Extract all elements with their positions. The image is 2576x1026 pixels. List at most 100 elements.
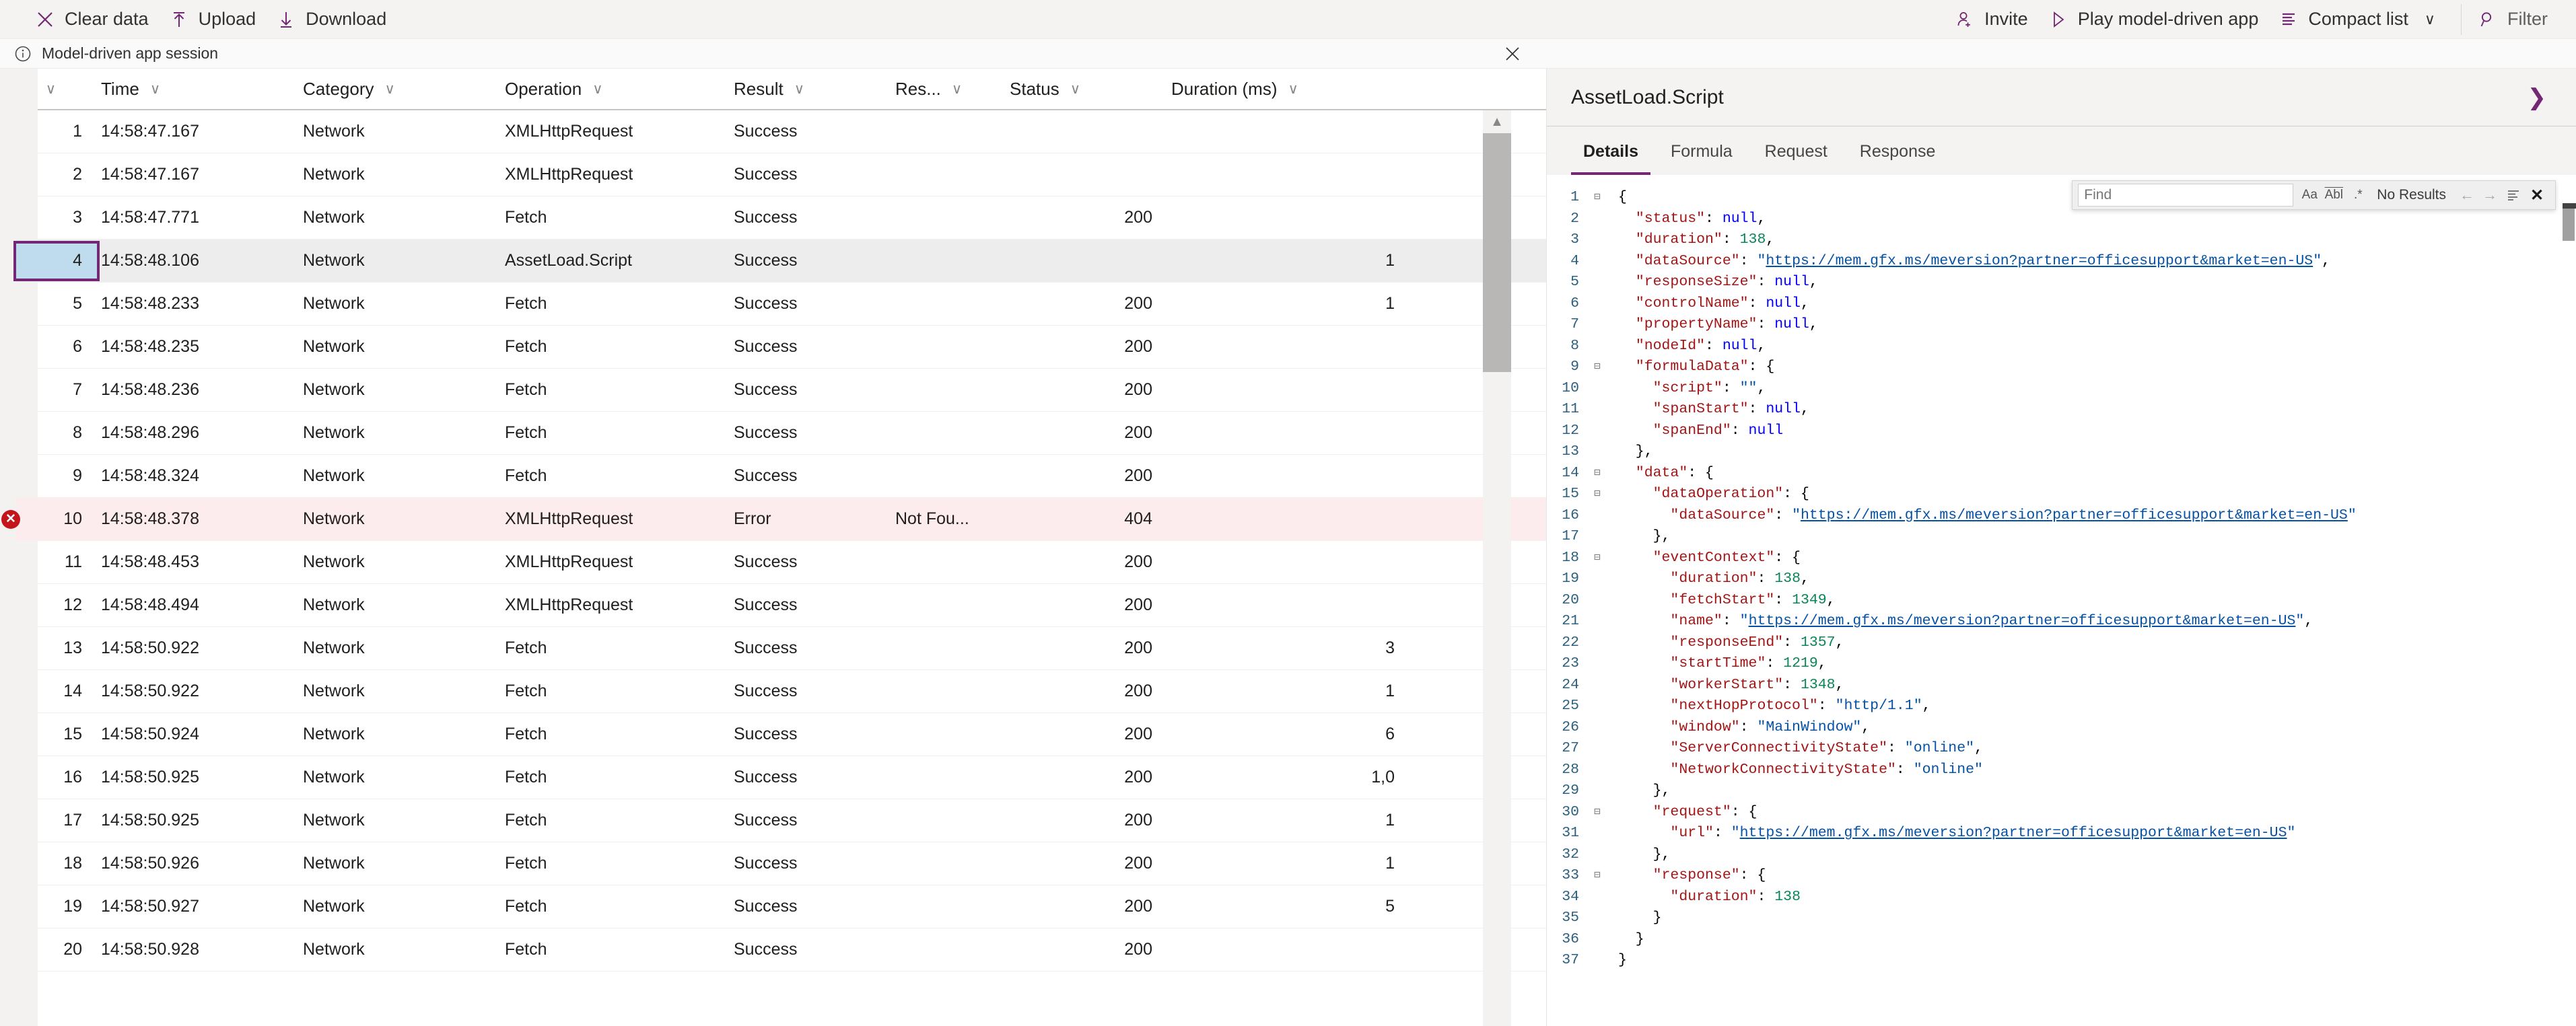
column-header-time[interactable]: Time ∨: [97, 69, 299, 109]
filter-button[interactable]: Filter: [2472, 5, 2563, 34]
code-text[interactable]: "script": "",: [1618, 378, 2576, 400]
cell-id[interactable]: 7: [16, 380, 97, 400]
find-in-selection-icon[interactable]: [2502, 184, 2525, 207]
cell-result[interactable]: Success: [730, 725, 891, 744]
fold-collapse-icon[interactable]: ⊟: [1589, 548, 1606, 569]
code-scrollbar-thumb[interactable]: [2563, 209, 2575, 241]
cell-category[interactable]: Network: [299, 294, 501, 314]
cell-id[interactable]: 3: [16, 208, 97, 227]
cell-id[interactable]: 6: [16, 337, 97, 357]
tab-request[interactable]: Request: [1753, 142, 1840, 175]
code-text[interactable]: },: [1618, 526, 2576, 548]
code-text[interactable]: "responseEnd": 1357,: [1618, 632, 2576, 654]
cell-operation[interactable]: Fetch: [501, 940, 730, 959]
code-text[interactable]: "spanEnd": null: [1618, 420, 2576, 442]
cell-time[interactable]: 14:58:50.922: [97, 638, 299, 658]
table-row[interactable]: 8 14:58:48.296 Network Fetch Success 200: [16, 412, 1546, 455]
table-row[interactable]: 16 14:58:50.925 Network Fetch Success 200 1,0: [16, 756, 1546, 799]
table-row[interactable]: 6 14:58:48.235 Network Fetch Success 200: [16, 326, 1546, 369]
code-text[interactable]: "responseSize": null,: [1618, 272, 2576, 293]
table-row[interactable]: 11 14:58:48.453 Network XMLHttpRequest Succe…: [16, 541, 1546, 584]
cell-result[interactable]: Success: [730, 122, 891, 141]
table-row[interactable]: 9 14:58:48.324 Network Fetch Success 200: [16, 455, 1546, 498]
code-text[interactable]: "response": {: [1618, 865, 2576, 887]
cell-time[interactable]: 14:58:48.236: [97, 380, 299, 400]
code-text[interactable]: "status": null,: [1618, 209, 2576, 230]
cell-result[interactable]: Success: [730, 811, 891, 830]
cell-time[interactable]: 14:58:50.925: [97, 811, 299, 830]
cell-result[interactable]: Success: [730, 940, 891, 959]
cell-id[interactable]: 20: [16, 940, 97, 959]
cell-id[interactable]: 16: [16, 768, 97, 787]
cell-result[interactable]: Success: [730, 165, 891, 184]
cell-result[interactable]: Success: [730, 595, 891, 615]
code-text[interactable]: "fetchStart": 1349,: [1618, 590, 2576, 612]
cell-operation[interactable]: Fetch: [501, 294, 730, 314]
cell-category[interactable]: Network: [299, 552, 501, 572]
column-header-operation[interactable]: Operation ∨: [501, 69, 730, 109]
cell-time[interactable]: 14:58:48.378: [97, 509, 299, 529]
cell-operation[interactable]: AssetLoad.Script: [501, 251, 730, 270]
cell-id[interactable]: 5: [16, 294, 97, 314]
cell-id[interactable]: 2: [16, 165, 97, 184]
cell-id[interactable]: 17: [16, 811, 97, 830]
code-text[interactable]: "ServerConnectivityState": "online",: [1618, 738, 2576, 760]
cell-time[interactable]: 14:58:48.494: [97, 595, 299, 615]
cell-category[interactable]: Network: [299, 337, 501, 357]
code-text[interactable]: "formulaData": {: [1618, 357, 2576, 378]
fold-collapse-icon[interactable]: ⊟: [1589, 357, 1606, 378]
fold-collapse-icon[interactable]: ⊟: [1589, 463, 1606, 484]
cell-result[interactable]: Success: [730, 682, 891, 701]
cell-category[interactable]: Network: [299, 509, 501, 529]
cell-result[interactable]: Success: [730, 552, 891, 572]
code-text[interactable]: "window": "MainWindow",: [1618, 717, 2576, 739]
cell-category[interactable]: Network: [299, 811, 501, 830]
cell-time[interactable]: 14:58:48.296: [97, 423, 299, 443]
match-case-icon[interactable]: Aa: [2298, 184, 2321, 207]
cell-result[interactable]: Success: [730, 251, 891, 270]
cell-result[interactable]: Success: [730, 897, 891, 916]
cell-id[interactable]: 8: [16, 423, 97, 443]
cell-id[interactable]: 11: [16, 552, 97, 572]
cell-id[interactable]: 18: [16, 854, 97, 873]
code-text[interactable]: "duration": 138,: [1618, 229, 2576, 251]
cell-category[interactable]: Network: [299, 940, 501, 959]
cell-duration[interactable]: 1: [1167, 251, 1409, 270]
cell-time[interactable]: 14:58:48.235: [97, 337, 299, 357]
cell-operation[interactable]: Fetch: [501, 423, 730, 443]
cell-id[interactable]: 13: [16, 638, 97, 658]
cell-id[interactable]: 1: [16, 122, 97, 141]
table-row[interactable]: 2 14:58:47.167 Network XMLHttpRequest Succes…: [16, 153, 1546, 196]
column-header-duration[interactable]: Duration (ms) ∨: [1167, 69, 1409, 109]
table-row[interactable]: 5 14:58:48.233 Network Fetch Success 200 1: [16, 283, 1546, 326]
cell-ressize[interactable]: Not Fou...: [891, 509, 1006, 529]
code-text[interactable]: "url": "https://mem.gfx.ms/meversion?par…: [1618, 823, 2576, 844]
fold-collapse-icon[interactable]: ⊟: [1589, 865, 1606, 887]
cell-id[interactable]: 10: [16, 509, 97, 529]
code-text[interactable]: },: [1618, 780, 2576, 802]
json-code-content[interactable]: 1 ⊟{2 "status": null, 3 "duration": 138, 4 …: [1547, 175, 2576, 972]
code-text[interactable]: "spanStart": null,: [1618, 399, 2576, 420]
code-text[interactable]: }: [1618, 950, 2576, 972]
cell-operation[interactable]: Fetch: [501, 811, 730, 830]
cell-category[interactable]: Network: [299, 682, 501, 701]
cell-category[interactable]: Network: [299, 768, 501, 787]
download-button[interactable]: Download: [271, 5, 401, 34]
cell-category[interactable]: Network: [299, 854, 501, 873]
cell-status[interactable]: 200: [1006, 682, 1167, 701]
cell-operation[interactable]: Fetch: [501, 337, 730, 357]
column-header-ressize[interactable]: Res... ∨: [891, 69, 1006, 109]
scroll-up-arrow-icon[interactable]: ▲: [1483, 110, 1511, 133]
cell-time[interactable]: 14:58:48.106: [97, 251, 299, 270]
cell-operation[interactable]: Fetch: [501, 768, 730, 787]
cell-status[interactable]: 200: [1006, 208, 1167, 227]
fold-collapse-icon[interactable]: ⊟: [1589, 187, 1606, 209]
cell-time[interactable]: 14:58:50.926: [97, 854, 299, 873]
cell-operation[interactable]: Fetch: [501, 725, 730, 744]
cell-status[interactable]: 200: [1006, 423, 1167, 443]
cell-duration[interactable]: 1: [1167, 682, 1409, 701]
cell-operation[interactable]: Fetch: [501, 466, 730, 486]
code-text[interactable]: "request": {: [1618, 802, 2576, 823]
close-icon[interactable]: [1499, 40, 1526, 67]
cell-result[interactable]: Success: [730, 294, 891, 314]
